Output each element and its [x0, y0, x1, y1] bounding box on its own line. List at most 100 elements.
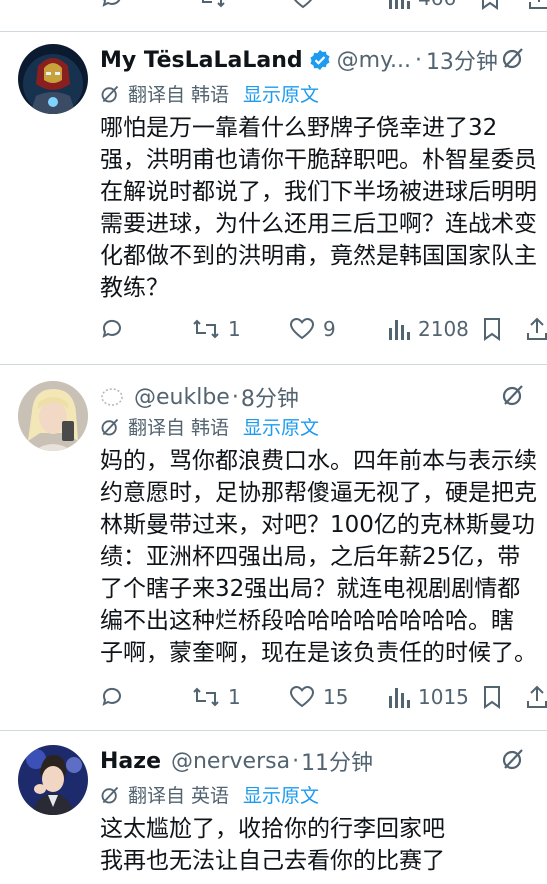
separator-dot: ·	[231, 384, 239, 410]
post-time[interactable]: 8分钟	[241, 381, 299, 413]
retweet-icon	[202, 0, 225, 8]
post-text-line: 林斯曼带过来，对吧？100亿的克林斯曼功	[100, 512, 535, 538]
display-name[interactable]: Haze	[100, 749, 161, 774]
views-icon	[389, 0, 410, 9]
show-original-link[interactable]: 显示原文	[243, 781, 319, 808]
bookmark-icon	[484, 686, 500, 709]
post-text-line: 教练？	[100, 275, 169, 301]
post-time[interactable]: 11分钟	[301, 745, 373, 777]
display-name[interactable]: My TësLaLaLand	[100, 48, 303, 73]
avatar[interactable]	[18, 44, 88, 114]
views-icon	[389, 688, 410, 708]
retweet-icon	[193, 687, 219, 707]
post-text-line: 哪怕是万一靠着什么野牌子侥幸进了32	[100, 115, 498, 141]
post-text-line: 约意愿时，足协那帮傻逼无视了，硬是把克	[100, 480, 537, 506]
grok-icon	[101, 418, 119, 435]
grok-button[interactable]	[501, 46, 525, 74]
post-text-line: 子啊，蒙奎啊，现在是该负责任的时候了。	[100, 640, 537, 666]
post-text: 哪怕是万一靠着什么野牌子侥幸进了32 强，洪明甫也请你干脆辞职吧。朴智星委员 在…	[100, 112, 541, 304]
views-count: 1015	[418, 685, 469, 709]
views-button[interactable]: 466	[388, 0, 456, 10]
views-count: 2108	[418, 317, 469, 341]
retweet-icon	[193, 319, 219, 339]
post-3[interactable]: Haze @nerversa · 11分钟 翻译自 英语 显示原文 这太尴尬了，…	[0, 731, 547, 884]
post-text-line: 绩：亚洲杯四强出局，之后年薪25亿，带	[100, 544, 521, 570]
views-count: 466	[418, 0, 456, 10]
retweet-count: 1	[228, 685, 241, 709]
like-button[interactable]: 9	[289, 317, 336, 341]
grok-icon	[502, 48, 523, 69]
like-button[interactable]: 15	[289, 685, 348, 709]
post-1[interactable]: My TësLaLaLand @my... · 13分钟 翻译自 韩语 显示原文…	[0, 32, 547, 364]
retweet-button[interactable]: 1	[192, 685, 241, 709]
grok-icon	[502, 385, 523, 406]
post-time[interactable]: 13分钟	[426, 44, 498, 76]
grok-button[interactable]	[501, 383, 525, 411]
post-text-line: 了个瞎子来32强出局？就连电视剧剧情都	[100, 576, 521, 602]
heart-icon	[293, 0, 313, 9]
grok-icon	[101, 85, 119, 102]
post-text: 这太尴尬了，收拾你的行李回家吧 我再也无法让自己去看你的比赛了	[100, 813, 541, 877]
translated-from-label: 翻译自 韩语	[128, 84, 230, 106]
share-icon	[529, 0, 547, 9]
share-icon	[527, 685, 547, 708]
translated-from-label: 翻译自 英语	[128, 785, 230, 807]
reply-icon	[102, 319, 121, 338]
post-actions: 1 15 1015	[100, 685, 547, 715]
reply-icon	[102, 0, 121, 7]
bookmark-icon	[482, 0, 498, 10]
separator-dot: ·	[414, 47, 422, 73]
post-text-line: 在解说时都说了，我们下半场被进球后明明	[100, 179, 537, 205]
views-button[interactable]: 2108	[388, 317, 469, 341]
post-text-line: 编不出这种烂桥段哈哈哈哈哈哈哈哈。瞎	[100, 608, 514, 634]
verified-badge-icon	[309, 49, 331, 71]
share-button[interactable]	[526, 685, 547, 709]
user-handle[interactable]: @nerversa	[171, 749, 290, 774]
views-button[interactable]: 1015	[388, 685, 469, 709]
retweet-button[interactable]: 1	[192, 317, 241, 341]
emoji-icon	[100, 386, 124, 408]
share-button[interactable]	[528, 0, 547, 10]
post-text-line: 我再也无法让自己去看你的比赛了	[100, 848, 445, 874]
retweet-button[interactable]	[198, 0, 226, 10]
post-text: 妈的，骂你都浪费口水。四年前本与表示续 约意愿时，足协那帮傻逼无视了，硬是把克 …	[100, 445, 541, 669]
show-original-link[interactable]: 显示原文	[243, 80, 319, 107]
post-text-line: 化都做不到的洪明甫，竟然是韩国国家队主	[100, 243, 537, 269]
translated-from-label: 翻译自 韩语	[128, 417, 230, 439]
translation-info: 翻译自 英语 显示原文	[100, 781, 319, 808]
heart-icon	[289, 317, 315, 340]
avatar[interactable]	[18, 381, 88, 451]
bookmark-icon	[484, 318, 500, 341]
reply-icon	[102, 687, 121, 706]
post-actions: 1 9 2108	[100, 317, 547, 347]
user-handle[interactable]: @euklbe	[134, 385, 230, 410]
post-text-line: 需要进球，为什么还用三后卫啊？连战术变	[100, 211, 537, 237]
views-icon	[389, 320, 410, 340]
post-text-line: 强，洪明甫也请你干脆辞职吧。朴智星委员	[100, 147, 537, 173]
bookmark-button[interactable]	[480, 0, 500, 10]
like-count: 9	[323, 317, 336, 341]
grok-icon	[502, 749, 523, 770]
avatar[interactable]	[18, 745, 88, 815]
previous-post-actions: 466	[100, 0, 547, 10]
translation-info: 翻译自 韩语 显示原文	[100, 413, 319, 440]
post-2[interactable]: @euklbe · 8分钟 翻译自 韩语 显示原文 妈的，骂你都浪费口水。四年前…	[0, 365, 547, 730]
grok-icon	[101, 786, 119, 803]
separator-dot: ·	[292, 748, 300, 774]
post-text-line: 妈的，骂你都浪费口水。四年前本与表示续	[100, 448, 537, 474]
bookmark-button[interactable]	[482, 685, 502, 709]
user-handle[interactable]: @my...	[337, 48, 411, 73]
like-button[interactable]	[290, 0, 316, 10]
reply-button[interactable]	[100, 0, 124, 10]
bookmark-button[interactable]	[482, 317, 502, 341]
reply-button[interactable]	[100, 685, 124, 709]
post-text-line: 这太尴尬了，收拾你的行李回家吧	[100, 816, 445, 842]
retweet-count: 1	[228, 317, 241, 341]
reply-button[interactable]	[100, 317, 124, 341]
show-original-link[interactable]: 显示原文	[243, 413, 319, 440]
grok-button[interactable]	[501, 747, 525, 775]
like-count: 15	[323, 685, 349, 709]
share-button[interactable]	[526, 317, 547, 341]
heart-icon	[289, 685, 315, 708]
share-icon	[527, 317, 547, 340]
